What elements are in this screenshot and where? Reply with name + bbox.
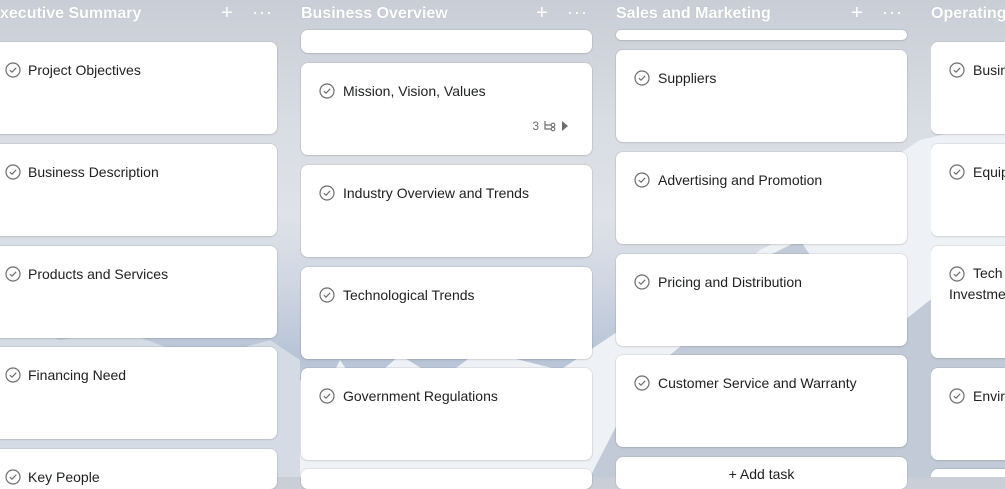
task-card-partial[interactable]: [931, 469, 1005, 477]
task-title: Busin: [973, 62, 1005, 78]
add-card-icon[interactable]: +: [851, 3, 863, 23]
check-circle-icon[interactable]: [949, 388, 965, 404]
check-circle-icon[interactable]: [5, 266, 21, 282]
task-title: Tech Investme: [949, 265, 1005, 302]
check-circle-icon[interactable]: [319, 83, 335, 99]
task-card[interactable]: Technological Trends: [301, 267, 592, 359]
task-card-partial[interactable]: [301, 469, 592, 489]
task-title: Products and Services: [28, 266, 169, 282]
task-title: Project Objectives: [28, 62, 141, 78]
task-card[interactable]: Key People: [0, 449, 277, 489]
check-circle-icon[interactable]: [634, 70, 650, 86]
check-circle-icon[interactable]: [634, 172, 650, 188]
check-circle-icon[interactable]: [319, 388, 335, 404]
check-circle-icon[interactable]: [5, 469, 21, 485]
column-title: Business Overview: [301, 5, 448, 22]
task-card[interactable]: Envir: [931, 368, 1005, 460]
column-business-overview: Business Overview + ··· Mission, Vision,…: [301, 0, 601, 489]
task-card[interactable]: Equip: [931, 144, 1005, 236]
task-card[interactable]: Customer Service and Warranty: [616, 355, 907, 447]
check-circle-icon[interactable]: [949, 164, 965, 180]
more-options-icon[interactable]: ···: [252, 2, 273, 23]
subtask-count: 3: [532, 119, 539, 133]
column-title: xecutive Summary: [0, 5, 142, 22]
task-card[interactable]: Industry Overview and Trends: [301, 165, 592, 257]
task-title: Business Description: [28, 164, 159, 180]
task-card-partial[interactable]: [301, 30, 592, 53]
check-circle-icon[interactable]: [319, 185, 335, 201]
task-card[interactable]: Project Objectives: [0, 42, 277, 134]
task-card[interactable]: Products and Services: [0, 246, 277, 338]
task-title: Pricing and Distribution: [658, 274, 802, 290]
add-task-button[interactable]: + Add task: [616, 457, 907, 489]
more-options-icon[interactable]: ···: [567, 2, 588, 23]
add-card-icon[interactable]: +: [536, 3, 548, 23]
check-circle-icon[interactable]: [634, 375, 650, 391]
task-title: Envir: [973, 388, 1005, 404]
subtask-icon: [544, 121, 556, 132]
task-title: Financing Need: [28, 367, 127, 383]
check-circle-icon[interactable]: [634, 274, 650, 290]
task-title: Customer Service and Warranty: [658, 375, 857, 391]
task-card[interactable]: Suppliers: [616, 50, 907, 142]
more-options-icon[interactable]: ···: [882, 2, 903, 23]
task-card-partial[interactable]: [616, 30, 907, 40]
task-title: Suppliers: [658, 70, 717, 86]
task-card[interactable]: Tech Investme: [931, 246, 1005, 358]
check-circle-icon[interactable]: [5, 164, 21, 180]
column-header: Sales and Marketing + ···: [616, 0, 916, 30]
column-sales-and-marketing: Sales and Marketing + ··· Suppliers Adve…: [616, 0, 916, 489]
task-title: Industry Overview and Trends: [343, 185, 529, 201]
task-title: Key People: [28, 469, 100, 485]
check-circle-icon[interactable]: [5, 367, 21, 383]
column-operating: Operating Busin Equip Tech Investme Envi…: [931, 0, 1005, 477]
add-card-icon[interactable]: +: [221, 3, 233, 23]
task-card[interactable]: Mission, Vision, Values 3: [301, 63, 592, 155]
subtask-summary[interactable]: 3: [532, 119, 568, 133]
check-circle-icon[interactable]: [5, 62, 21, 78]
task-title: Advertising and Promotion: [658, 172, 823, 188]
column-executive-summary: xecutive Summary + ··· Project Objective…: [0, 0, 278, 489]
task-card[interactable]: Business Description: [0, 144, 277, 236]
task-card[interactable]: Pricing and Distribution: [616, 254, 907, 346]
check-circle-icon[interactable]: [319, 287, 335, 303]
task-title: Government Regulations: [343, 388, 498, 404]
task-card[interactable]: Busin: [931, 42, 1005, 134]
task-card[interactable]: Government Regulations: [301, 368, 592, 460]
column-title: Operating: [931, 5, 1005, 22]
column-header: Business Overview + ···: [301, 0, 601, 30]
task-card[interactable]: Financing Need: [0, 347, 277, 439]
task-card[interactable]: Advertising and Promotion: [616, 152, 907, 244]
column-header: xecutive Summary + ···: [0, 0, 278, 30]
column-title: Sales and Marketing: [616, 5, 771, 22]
caret-right-icon[interactable]: [561, 121, 568, 131]
add-task-label: + Add task: [728, 466, 795, 482]
task-title: Technological Trends: [343, 287, 475, 303]
column-header: Operating: [931, 0, 1005, 30]
task-title: Equip: [973, 164, 1005, 180]
check-circle-icon[interactable]: [949, 62, 965, 78]
task-title: Mission, Vision, Values: [343, 83, 486, 99]
